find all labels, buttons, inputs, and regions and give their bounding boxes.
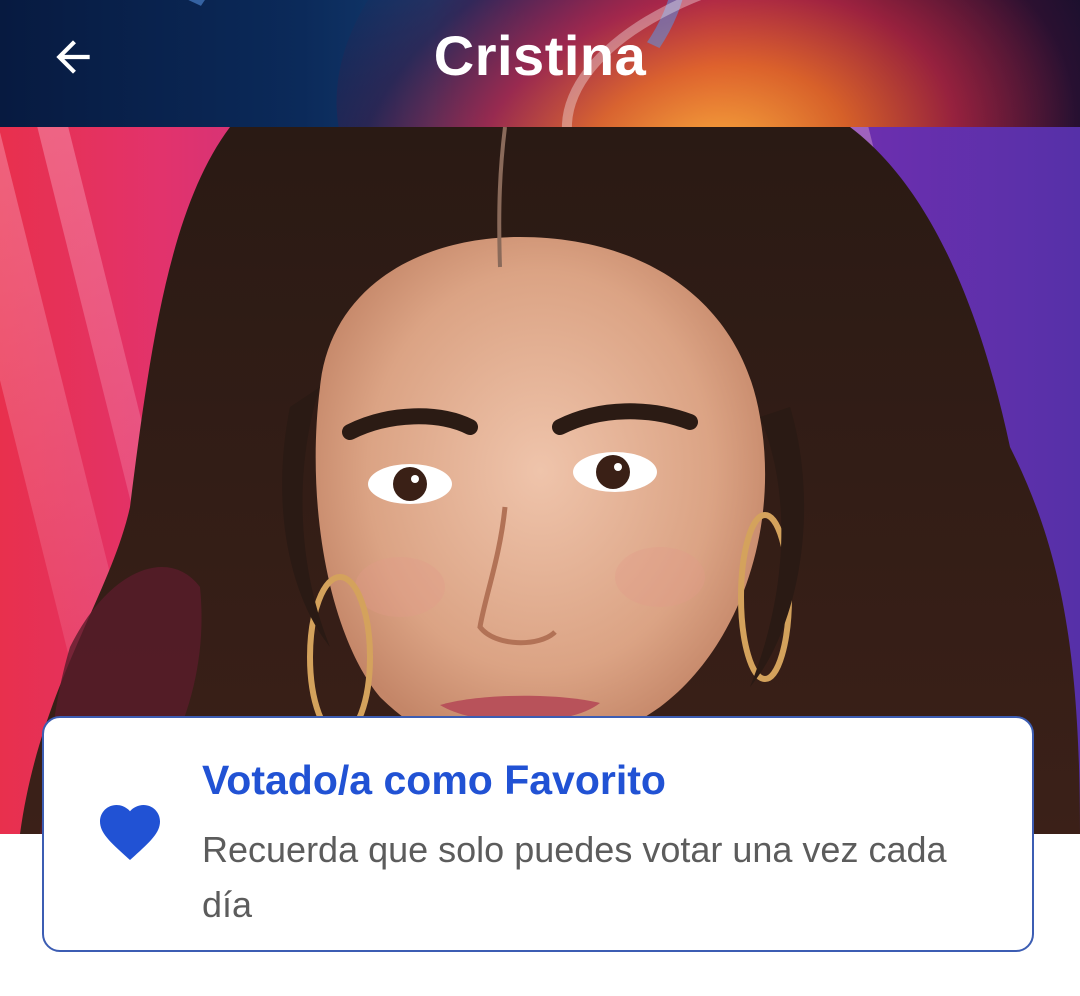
page-title: Cristina [433,24,647,87]
vote-confirmation-card: Votado/a como Favorito Recuerda que solo… [42,716,1034,952]
vote-reminder-text: Recuerda que solo puedes votar una vez c… [202,829,947,925]
contestant-screen: Cristina Votado/a como Favorito Recuerda… [0,0,1080,996]
heart-icon [100,805,160,861]
app-bar: Cristina [0,0,1080,127]
vote-status-title: Votado/a como Favorito [202,757,666,803]
